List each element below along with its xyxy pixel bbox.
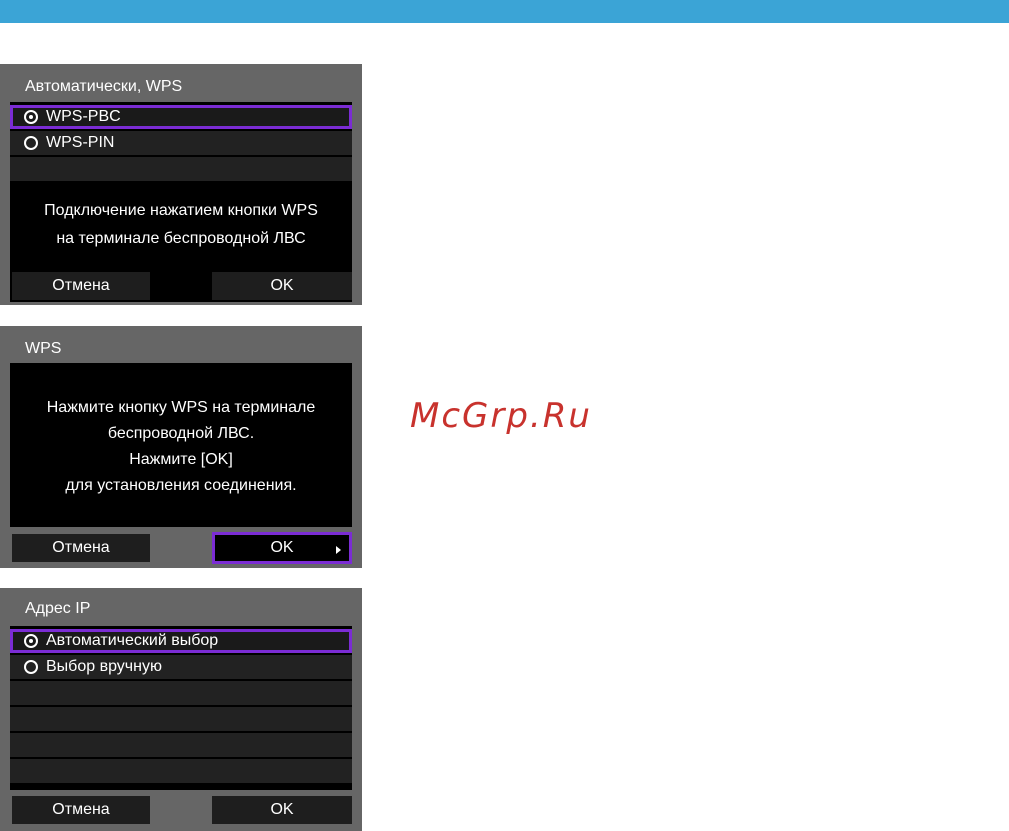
ok-button[interactable]: OK (212, 272, 352, 300)
ok-button[interactable]: OK (212, 532, 352, 564)
option-wps-pbc[interactable]: WPS-PBC (10, 105, 352, 129)
description-line-1: Подключение нажатием кнопки WPS (44, 202, 318, 219)
arrow-right-icon (336, 546, 341, 554)
radio-unselected-icon (24, 660, 38, 674)
option-label: WPS-PBC (46, 108, 121, 125)
ok-label: OK (270, 539, 294, 556)
option-label: Автоматический выбор (46, 632, 219, 649)
message-line-3: Нажмите [OK] (129, 451, 233, 468)
message-line-1: Нажмите кнопку WPS на терминале (46, 399, 316, 416)
options-panel: Автоматический выбор Выбор вручную (10, 626, 352, 790)
radio-selected-icon (24, 634, 38, 648)
ip-address-screen: Адрес IP Автоматический выбор Выбор вруч… (0, 588, 362, 831)
cancel-button[interactable]: Отмена (12, 272, 150, 300)
option-empty (10, 707, 352, 731)
cancel-button[interactable]: Отмена (12, 534, 150, 562)
cancel-button[interactable]: Отмена (12, 796, 150, 824)
radio-unselected-icon (24, 136, 38, 150)
message-line-2: беспроводной ЛВС. (107, 425, 255, 442)
ok-button[interactable]: OK (212, 796, 352, 824)
option-auto-select[interactable]: Автоматический выбор (10, 629, 352, 653)
option-label: WPS-PIN (46, 134, 115, 151)
watermark-text: McGrp.Ru (410, 396, 592, 436)
wps-confirm-screen: WPS Нажмите кнопку WPS на терминале бесп… (0, 326, 362, 568)
screen-title: Адрес IP (25, 600, 91, 617)
option-empty (10, 733, 352, 757)
option-empty (10, 157, 352, 181)
description-line-2: на терминале беспроводной ЛВС (56, 230, 306, 247)
option-empty (10, 681, 352, 705)
wps-mode-screen: Автоматически, WPS WPS-PBC WPS-PIN Подкл… (0, 64, 362, 305)
header-bar (0, 0, 1009, 23)
screen-title: WPS (25, 340, 62, 357)
radio-selected-icon (24, 110, 38, 124)
message-line-4: для установления соединения. (65, 477, 297, 494)
option-manual-select[interactable]: Выбор вручную (10, 655, 352, 679)
option-label: Выбор вручную (46, 658, 162, 675)
option-wps-pin[interactable]: WPS-PIN (10, 131, 352, 155)
message-panel: Нажмите кнопку WPS на терминале беспрово… (10, 363, 352, 527)
option-empty (10, 759, 352, 783)
screen-title: Автоматически, WPS (25, 78, 183, 95)
